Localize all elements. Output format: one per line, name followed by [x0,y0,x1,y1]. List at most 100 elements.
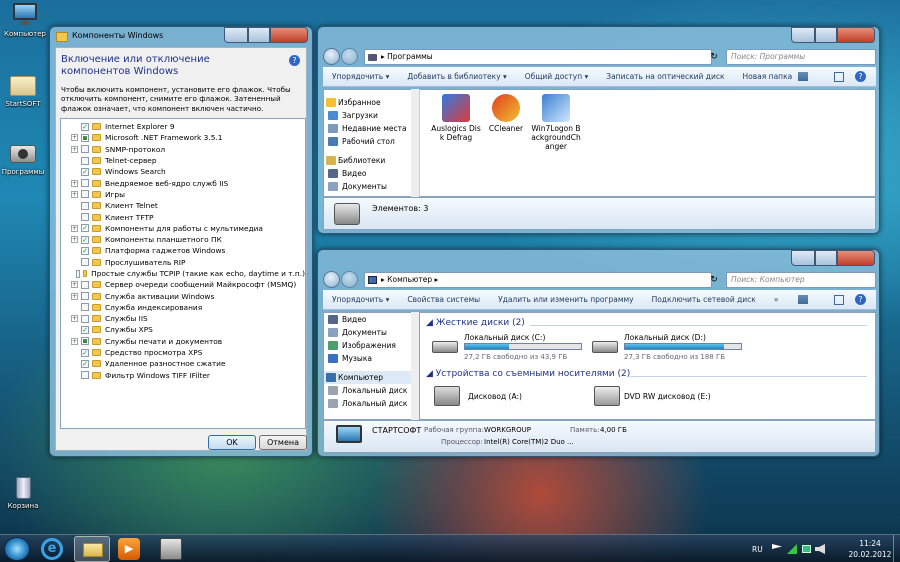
desktop-icon-recycle-bin[interactable]: Корзина [0,474,48,510]
feature-checkbox[interactable]: ✓ [81,122,89,131]
feature-item[interactable]: ✓ Windows Search [71,166,305,177]
feature-item[interactable]: Клиент Telnet [71,200,305,211]
nav-item[interactable]: Видео [324,313,419,326]
command-button[interactable]: Добавить в библиотеку ▾ [398,72,515,81]
feature-item[interactable]: Служба индексирования [71,302,305,313]
feature-checkbox[interactable] [81,213,89,222]
file-item[interactable]: Win7Logon BackgroundChanger [530,94,582,151]
command-button[interactable]: Упорядочить ▾ [323,72,398,81]
nav-item[interactable]: Музыка [324,352,419,365]
view-options-icon[interactable] [798,72,808,81]
search-input[interactable]: Поиск: Компьютер [726,272,876,288]
removable-group-header[interactable]: ◢ Устройства со съемными носителями (2) [426,369,630,379]
nav-item[interactable]: Компьютер [324,371,419,384]
feature-item[interactable]: ✓ Средство просмотра XPS [71,347,305,358]
feature-checkbox[interactable] [81,314,89,323]
command-button[interactable]: Упорядочить ▾ [323,295,398,304]
address-bar[interactable]: ▸ Программы [364,49,712,65]
feature-item[interactable]: + Игры [71,189,305,200]
forward-button[interactable] [341,271,358,288]
feature-item[interactable]: + SNMP-протокол [71,144,305,155]
feature-checkbox[interactable] [76,269,80,278]
language-indicator[interactable]: RU [752,545,763,554]
feature-checkbox[interactable]: ✓ [81,359,89,368]
nav-scrollbar[interactable] [411,312,419,420]
show-desktop-button[interactable] [893,535,900,562]
expand-icon[interactable]: + [71,134,78,142]
feature-item[interactable]: Фильтр Windows TIFF IFilter [71,370,305,381]
close-button[interactable] [270,27,308,43]
feature-checkbox[interactable]: ✓ [81,348,89,357]
refresh-button[interactable]: ↻ [706,49,722,65]
drive-item[interactable]: Локальный диск (D:) 27,3 ГБ свободно из 1… [592,333,762,363]
feature-checkbox[interactable]: ✓ [81,246,89,255]
feature-checkbox[interactable] [81,145,89,154]
feature-checkbox[interactable]: ✓ [81,224,89,233]
expand-icon[interactable]: + [71,292,78,300]
feature-item[interactable]: + ✓ Компоненты планшетного ПК [71,234,305,245]
feature-checkbox[interactable] [81,201,89,210]
feature-item[interactable]: + Службы IIS [71,313,305,324]
view-options-icon[interactable] [798,295,808,304]
start-button[interactable] [4,537,30,561]
taskbar-explorer-button[interactable] [74,536,110,562]
desktop-icon-programs[interactable]: Программы [0,140,48,176]
back-button[interactable] [323,48,340,65]
feature-checkbox[interactable] [81,371,89,380]
feature-item[interactable]: + Внедряемое веб-ядро служб IIS [71,177,305,188]
taskbar-media-player-icon[interactable]: ▶ [118,538,140,560]
feature-item[interactable]: Telnet-сервер [71,155,305,166]
feature-item[interactable]: ✓ Internet Explorer 9 [71,121,305,132]
feature-checkbox[interactable] [81,303,89,312]
feature-item[interactable]: + Служба активации Windows [71,290,305,301]
forward-button[interactable] [341,48,358,65]
close-button[interactable] [837,27,875,43]
expand-icon[interactable]: + [71,337,78,345]
expand-icon[interactable]: + [71,236,78,244]
nav-item[interactable]: Документы [324,326,419,339]
expand-icon[interactable]: + [71,190,78,198]
feature-checkbox[interactable] [81,133,89,142]
removable-item[interactable]: Дисковод (A:) [432,386,572,408]
expand-icon[interactable]: + [71,145,78,153]
tray-volume-icon[interactable] [815,544,825,554]
feature-item[interactable]: Прослушиватель RIP [71,257,305,268]
maximize-button[interactable] [248,27,270,43]
feature-checkbox[interactable] [81,179,89,188]
preview-pane-icon[interactable] [834,72,844,82]
close-button[interactable] [837,250,875,266]
expand-icon[interactable]: + [71,315,78,323]
nav-item[interactable]: Локальный диск [324,384,419,397]
expand-icon[interactable]: + [71,179,78,187]
minimize-button[interactable] [791,250,815,266]
tray-network-icon[interactable] [787,544,797,554]
features-tree[interactable]: ✓ Internet Explorer 9 + Microsoft .NET Fram… [60,118,306,429]
desktop-icon-computer[interactable]: Компьютер [0,2,50,38]
nav-scrollbar[interactable] [411,89,419,197]
feature-checkbox[interactable]: ✓ [81,235,89,244]
tray-battery-icon[interactable] [802,545,811,553]
command-button[interactable]: Общий доступ ▾ [516,72,597,81]
nav-item[interactable]: Документы [324,180,419,193]
nav-item[interactable]: Загрузки [324,109,419,122]
feature-item[interactable]: Клиент TFTP [71,211,305,222]
file-item[interactable]: CCleaner [480,94,532,133]
feature-item[interactable]: ✓ Удаленное разностное сжатие [71,358,305,369]
command-button[interactable]: » [765,295,788,304]
command-button[interactable]: Подключить сетевой диск [643,295,765,304]
feature-item[interactable]: + Microsoft .NET Framework 3.5.1 [71,132,305,143]
preview-pane-icon[interactable] [834,295,844,305]
feature-checkbox[interactable] [81,190,89,199]
feature-item[interactable]: ✓ Платформа гаджетов Windows [71,245,305,256]
taskbar-ie-icon[interactable]: e [41,538,63,560]
nav-item[interactable]: Недавние места [324,122,419,135]
command-button[interactable]: Удалить или изменить программу [489,295,643,304]
feature-checkbox[interactable]: ✓ [81,325,89,334]
feature-item[interactable]: ✓ Службы XPS [71,324,305,335]
feature-checkbox[interactable] [81,292,89,301]
help-icon[interactable]: ? [855,294,866,305]
feature-checkbox[interactable] [81,280,89,289]
drive-item[interactable]: Локальный диск (C:) 27,2 ГБ свободно из 4… [432,333,602,363]
back-button[interactable] [323,271,340,288]
feature-item[interactable]: Простые службы TCPIP (такие как echo, da… [71,268,305,279]
